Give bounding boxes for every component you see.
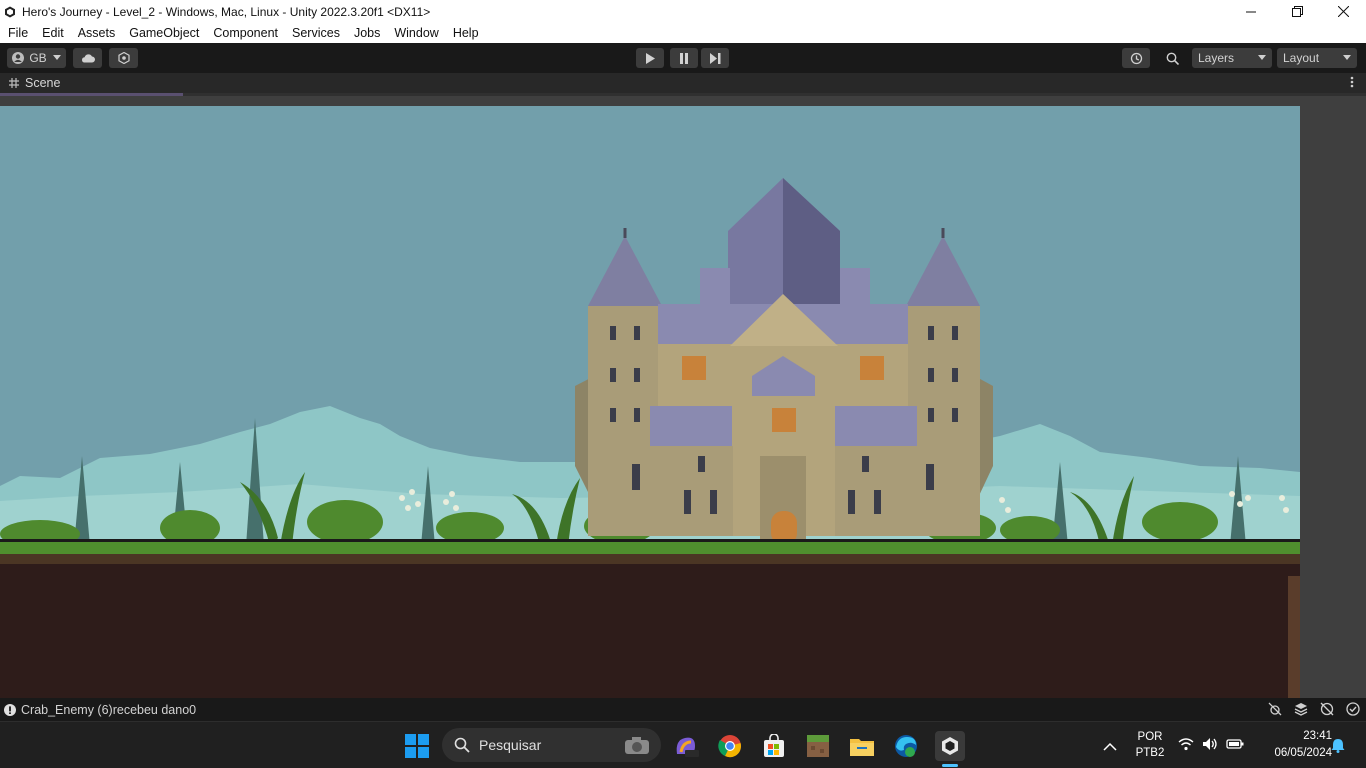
start-button[interactable]: [402, 731, 432, 761]
menu-file[interactable]: File: [0, 26, 34, 40]
unity-icon: [5, 6, 15, 17]
check-circle-icon[interactable]: [1346, 702, 1360, 716]
wifi-icon: [1178, 738, 1194, 751]
menu-services[interactable]: Services: [284, 26, 346, 40]
layout-dropdown[interactable]: Layout: [1277, 48, 1357, 68]
chevron-up-icon: [1103, 742, 1117, 751]
step-button[interactable]: [701, 48, 729, 68]
history-button[interactable]: [1122, 48, 1150, 68]
account-icon: [12, 52, 25, 64]
quick-settings[interactable]: [1178, 737, 1244, 751]
taskbar-copilot[interactable]: [671, 731, 701, 761]
scene-viewport[interactable]: [0, 106, 1300, 698]
pause-icon: [680, 52, 688, 64]
restore-icon: [1291, 6, 1303, 17]
battery-icon: [1226, 739, 1244, 749]
edge-icon: [895, 735, 917, 757]
bell-icon: [1331, 739, 1345, 753]
cloud-icon: [81, 54, 95, 63]
chevron-down-icon: [52, 55, 61, 60]
search-placeholder: Pesquisar: [479, 737, 542, 753]
console-statusbar[interactable]: Crab_Enemy (6)recebeu dano0: [0, 698, 1366, 721]
menu-jobs[interactable]: Jobs: [346, 26, 386, 40]
camera-icon: [625, 737, 649, 754]
kebab-menu-icon: [1350, 76, 1354, 88]
level-scene: [0, 106, 1300, 698]
file-explorer-icon: [850, 739, 874, 756]
search-icon: [1166, 52, 1179, 65]
menu-window[interactable]: Window: [386, 26, 444, 40]
restore-button[interactable]: [1274, 0, 1320, 23]
unity-hub-icon: [942, 737, 958, 755]
grid-icon: [9, 78, 19, 88]
layers-stack-icon[interactable]: [1294, 702, 1308, 716]
taskbar-store[interactable]: [759, 731, 789, 761]
keyboard-layout-label: PTB2: [1135, 747, 1165, 759]
search-icon: [454, 737, 470, 753]
clock-time[interactable]: 23:41: [1284, 730, 1332, 742]
windows-taskbar: Pesquisar POR PTB2 23:41 06/05/2024: [0, 721, 1366, 768]
chevron-down-icon: [1343, 55, 1351, 60]
taskbar-edge[interactable]: [891, 731, 921, 761]
layers-label: Layers: [1198, 51, 1235, 65]
language-label: POR: [1137, 731, 1163, 743]
history-icon: [1130, 52, 1142, 64]
taskbar-search[interactable]: Pesquisar: [442, 728, 661, 762]
play-button[interactable]: [636, 48, 664, 68]
taskbar-chrome[interactable]: [715, 731, 745, 761]
tab-scene-label: Scene: [25, 76, 61, 90]
minimize-icon: [1246, 11, 1256, 12]
account-label: GB: [29, 51, 47, 65]
step-icon: [709, 52, 720, 64]
notifications-button[interactable]: [1331, 738, 1345, 758]
taskbar-file-explorer[interactable]: [847, 731, 877, 761]
warning-icon: [4, 703, 16, 716]
tray-overflow-button[interactable]: [1103, 739, 1117, 757]
volume-icon: [1203, 738, 1217, 750]
collab-button[interactable]: [109, 48, 138, 68]
menu-bar: File Edit Assets GameObject Component Se…: [0, 23, 1366, 43]
menu-edit[interactable]: Edit: [34, 26, 70, 40]
layers-dropdown[interactable]: Layers: [1192, 48, 1272, 68]
network-off-icon[interactable]: [1320, 702, 1334, 716]
close-icon: [1337, 6, 1349, 17]
minimize-button[interactable]: [1228, 0, 1274, 23]
layout-label: Layout: [1283, 51, 1320, 65]
menu-assets[interactable]: Assets: [70, 26, 122, 40]
close-button[interactable]: [1320, 0, 1366, 23]
more-options-button[interactable]: [1350, 76, 1356, 90]
taskbar-minecraft[interactable]: [803, 731, 833, 761]
clock-date[interactable]: 06/05/2024: [1254, 747, 1332, 759]
tab-scene[interactable]: Scene: [0, 76, 60, 90]
cloud-button[interactable]: [73, 48, 102, 68]
play-icon: [646, 52, 655, 64]
console-message: Crab_Enemy (6)recebeu dano0: [21, 702, 197, 717]
copilot-icon: [676, 737, 699, 757]
menu-help[interactable]: Help: [445, 26, 485, 40]
scene-tabbar: Scene: [0, 73, 1366, 93]
window-title: Hero's Journey - Level_2 - Windows, Mac,…: [22, 4, 431, 19]
chrome-icon: [718, 735, 741, 758]
active-app-indicator: [942, 764, 958, 767]
taskbar-unity[interactable]: [935, 731, 965, 761]
collab-icon: [117, 52, 130, 64]
chevron-down-icon: [1258, 55, 1266, 60]
main-toolbar: GB Layers Layout: [0, 43, 1366, 73]
menu-component[interactable]: Component: [205, 26, 284, 40]
debug-icon[interactable]: [1268, 702, 1282, 716]
account-dropdown[interactable]: GB: [7, 48, 66, 68]
minecraft-icon: [807, 735, 829, 757]
windows-start-icon: [405, 734, 429, 758]
store-icon: [764, 734, 784, 757]
search-button[interactable]: [1158, 48, 1186, 68]
pause-button[interactable]: [670, 48, 698, 68]
window-titlebar: Hero's Journey - Level_2 - Windows, Mac,…: [0, 0, 1366, 23]
menu-gameobject[interactable]: GameObject: [121, 26, 205, 40]
